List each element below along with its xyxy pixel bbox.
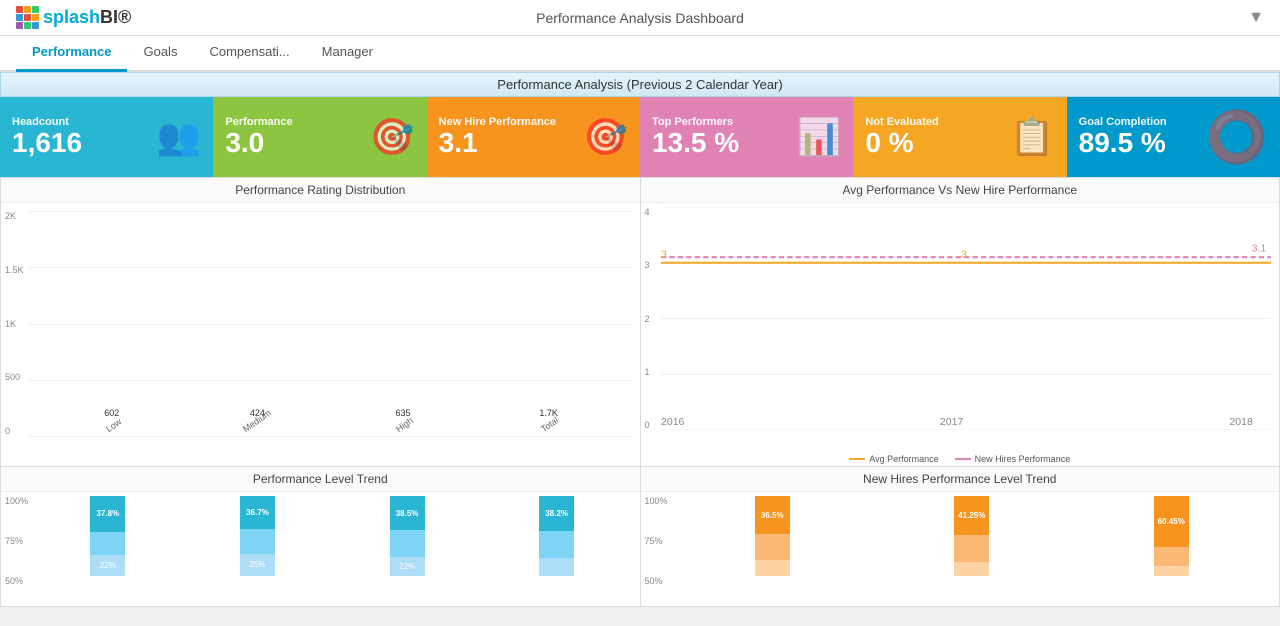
line-chart-legend: Avg Performance New Hires Performance [641,454,1280,464]
trend-bar-2016: 36.7% 25% [240,496,275,576]
performance-icon: 🎯 [370,116,415,158]
svg-text:3.1: 3.1 [1251,244,1266,255]
logo-text: splashBI® [43,7,131,28]
kpi-topperf-label: Top Performers [652,116,739,128]
kpi-performance-value: 3.0 [225,128,292,159]
kpi-goalcomp-label: Goal Completion [1079,116,1167,128]
perf-trend-panel: Performance Level Trend 100% 75% 50% 37.… [0,467,640,607]
kpi-row: Headcount 1,616 👥 Performance 3.0 🎯 New … [0,97,1280,177]
bar-medium: 424 Medium [237,408,277,436]
line-y-axis: 4 3 2 1 0 [645,207,650,430]
kpi-newhire-value: 3.1 [439,128,556,159]
bar-total: 1.7K Total [529,408,569,436]
kpi-noteval-value: 0 % [865,128,938,159]
trend-bar-2018: 38.2% [539,496,574,576]
header: splashBI® Performance Analysis Dashboard… [0,0,1280,36]
nh-trend-bar-2016: 41.25% [954,496,989,576]
perf-trend-title: Performance Level Trend [1,467,640,492]
newhire-trend-yaxis: 100% 75% 50% [645,496,668,586]
kpi-headcount: Headcount 1,616 👥 [0,97,213,177]
filter-icon[interactable]: ▼ [1248,9,1264,27]
perf-trend-yaxis: 100% 75% 50% [5,496,28,586]
goalcomp-icon: ⭕ [1206,108,1268,167]
kpi-top-performers: Top Performers 13.5 % 📊 [640,97,853,177]
line-chart-title: Avg Performance Vs New Hire Performance [641,178,1280,203]
kpi-new-hire: New Hire Performance 3.1 🎯 [427,97,640,177]
kpi-not-evaluated: Not Evaluated 0 % 📋 [853,97,1066,177]
logo-grid [16,6,39,29]
nh-trend-bar-2017: 60.45% [1154,496,1189,576]
nav-tabs: Performance Goals Compensati... Manager [0,36,1280,72]
bar-chart-body: 2K 1.5K 1K 500 0 602 Low [1,203,640,466]
svg-text:2016: 2016 [661,417,685,428]
tab-compensation[interactable]: Compensati... [193,36,305,72]
newhire-icon: 🎯 [583,116,628,158]
legend-avg: Avg Performance [849,454,938,464]
perf-trend-body: 100% 75% 50% 37.8% 22% 36.7% [1,492,640,606]
charts-row: Performance Rating Distribution 2K 1.5K … [0,177,1280,467]
kpi-noteval-label: Not Evaluated [865,116,938,128]
topperf-icon: 📊 [796,116,841,158]
line-chart-panel: Avg Performance Vs New Hire Performance … [640,177,1280,467]
kpi-goal-completion: Goal Completion 89.5 % ⭕ [1067,97,1280,177]
tab-performance[interactable]: Performance [16,36,127,72]
newhire-trend-title: New Hires Performance Level Trend [641,467,1280,492]
dashboard-title: Performance Analysis (Previous 2 Calenda… [0,72,1280,97]
kpi-newhire-label: New Hire Performance [439,116,556,128]
kpi-headcount-label: Headcount [12,116,82,128]
trend-bar-2015: 37.8% 22% [90,496,125,576]
bottom-charts-row: Performance Level Trend 100% 75% 50% 37.… [0,467,1280,607]
legend-newhires: New Hires Performance [955,454,1071,464]
bar-high: 635 High [383,408,423,436]
kpi-performance-label: Performance [225,116,292,128]
svg-text:2018: 2018 [1229,417,1253,428]
kpi-topperf-value: 13.5 % [652,128,739,159]
logo: splashBI® [16,6,131,29]
nh-trend-bar-2015: 36.5% [755,496,790,576]
y-axis: 2K 1.5K 1K 500 0 [5,211,24,436]
tab-goals[interactable]: Goals [127,36,193,72]
svg-text:2017: 2017 [939,417,963,428]
bar-low: 602 Low [92,408,132,436]
noteval-icon: 📋 [1010,116,1055,158]
header-title: Performance Analysis Dashboard [536,10,744,26]
newhire-trend-bars: 36.5% 41.25% 60.45% [673,496,1272,586]
kpi-headcount-value: 1,616 [12,128,82,159]
tab-manager[interactable]: Manager [306,36,389,72]
bar-chart-bars: 602 Low 424 Medium 635 High [29,211,632,436]
svg-text:3: 3 [960,250,966,261]
line-chart-svg: 3 3 3.1 2016 2017 2018 [661,207,1272,430]
newhire-trend-panel: New Hires Performance Level Trend 100% 7… [640,467,1280,607]
bar-chart-title: Performance Rating Distribution [1,178,640,203]
newhire-trend-body: 100% 75% 50% 36.5% 41.25% [641,492,1280,606]
kpi-goalcomp-value: 89.5 % [1079,128,1167,159]
line-chart-body: 4 3 2 1 0 3 3 3.1 [641,203,1280,466]
perf-trend-bars: 37.8% 22% 36.7% 25% 38.5% [33,496,632,586]
headcount-icon: 👥 [157,116,202,158]
svg-text:3: 3 [661,250,667,261]
bar-chart-panel: Performance Rating Distribution 2K 1.5K … [0,177,640,467]
kpi-performance: Performance 3.0 🎯 [213,97,426,177]
trend-bar-2017: 38.5% 22% [390,496,425,576]
